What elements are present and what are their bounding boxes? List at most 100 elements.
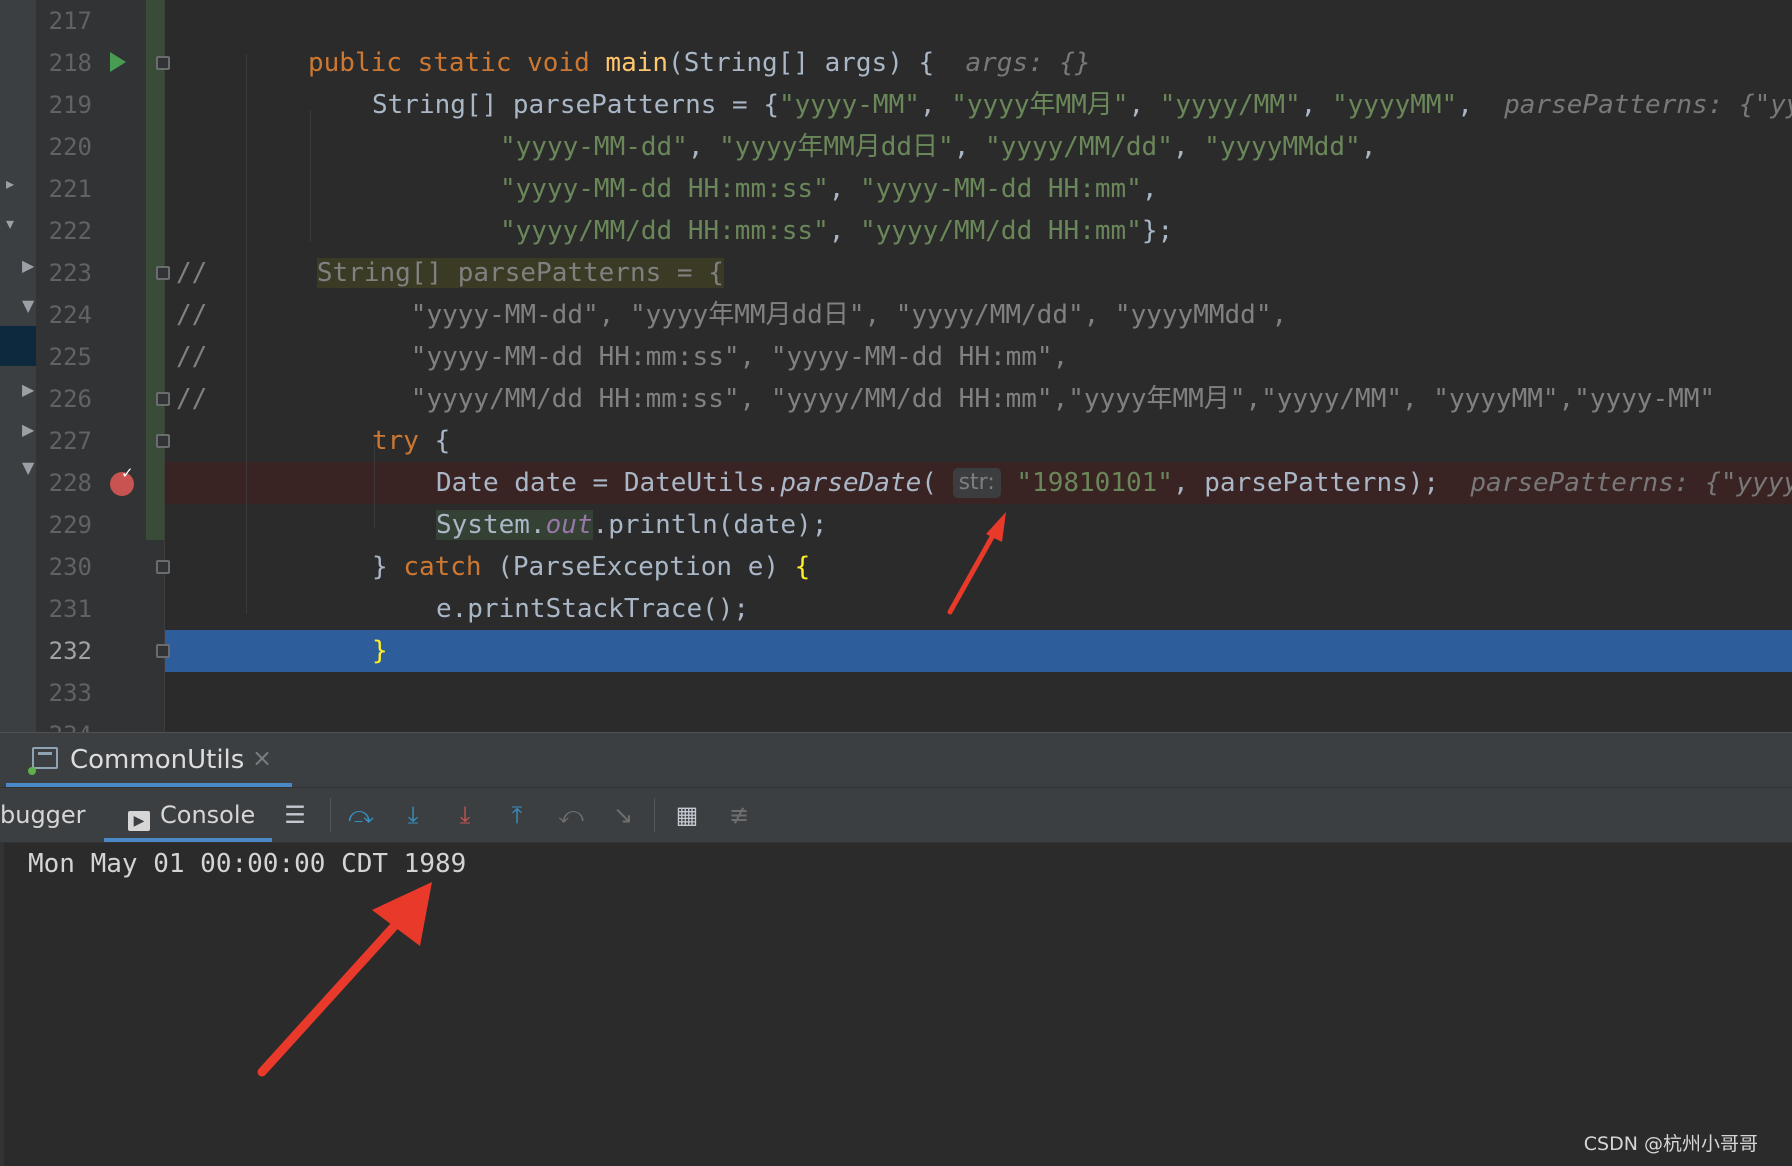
line-number: 230 bbox=[48, 553, 92, 581]
tab-debugger-label: bugger bbox=[0, 801, 86, 829]
code-token: , bbox=[919, 90, 952, 120]
fold-marker-icon[interactable] bbox=[156, 644, 170, 658]
code-token: }; bbox=[1141, 216, 1174, 246]
code-token: "yyyy/MM/dd" bbox=[985, 132, 1173, 162]
code-token: , bbox=[687, 132, 720, 162]
code-text[interactable]: e.printStackTrace(); bbox=[436, 588, 749, 630]
line-number: 217 bbox=[48, 7, 92, 35]
code-text[interactable]: } catch (ParseException e) { bbox=[372, 546, 810, 588]
code-line[interactable]: 230 } catch (ParseException e) { bbox=[0, 546, 1792, 588]
tab-label: CommonUtils bbox=[70, 745, 245, 775]
code-text[interactable]: public static void main(String[] args) {… bbox=[308, 42, 1091, 84]
running-indicator-icon bbox=[28, 767, 36, 775]
tab-debugger[interactable]: bugger bbox=[0, 788, 90, 842]
line-number: 234 bbox=[36, 714, 92, 732]
code-line[interactable]: 227 try { bbox=[0, 420, 1792, 462]
code-line[interactable]: 217 bbox=[0, 0, 1792, 42]
code-line[interactable]: 228 Date date = DateUtils.parseDate( str:… bbox=[0, 462, 1792, 504]
code-token: "yyyyMMdd" bbox=[1204, 132, 1361, 162]
code-token: "yyyy年MM月" bbox=[951, 90, 1129, 120]
step-over-icon[interactable]: ⤼ bbox=[346, 800, 376, 830]
code-text[interactable]: "yyyy-MM-dd", "yyyy年MM月dd日", "yyyy/MM/dd… bbox=[500, 126, 1376, 168]
line-number: 231 bbox=[48, 595, 92, 623]
breakpoint-icon[interactable] bbox=[110, 464, 134, 496]
code-line[interactable]: 223 // String[] parsePatterns = { bbox=[0, 252, 1792, 294]
code-text[interactable]: "yyyy-MM-dd HH:mm:ss", "yyyy-MM-dd HH:mm… bbox=[500, 168, 1157, 210]
line-number: 220 bbox=[48, 133, 92, 161]
code-token: String[] parsePatterns = { bbox=[372, 90, 779, 120]
code-token: , bbox=[828, 216, 861, 246]
code-line[interactable]: 225 // "yyyy-MM-dd HH:mm:ss", "yyyy-MM-dd… bbox=[0, 336, 1792, 378]
code-line[interactable]: 231 e.printStackTrace(); bbox=[0, 588, 1792, 630]
drop-frame-icon[interactable]: ⤺ bbox=[556, 800, 586, 830]
trace-stream-icon[interactable]: ≢ bbox=[724, 800, 754, 830]
parameter-name-hint: str: bbox=[952, 468, 1001, 498]
close-icon[interactable]: × bbox=[252, 744, 272, 772]
fold-marker-icon[interactable] bbox=[156, 392, 170, 406]
code-token: , bbox=[953, 132, 986, 162]
indent-guide bbox=[246, 54, 247, 614]
code-line[interactable]: 222 "yyyy/MM/dd HH:mm:ss", "yyyy/MM/dd HH… bbox=[0, 210, 1792, 252]
code-text[interactable]: // "yyyy/MM/dd HH:mm:ss", "yyyy/MM/dd HH… bbox=[176, 378, 1715, 420]
line-number: 221 bbox=[48, 175, 92, 203]
code-token: "19810101" bbox=[1016, 468, 1173, 498]
code-line[interactable]: 221 "yyyy-MM-dd HH:mm:ss", "yyyy-MM-dd HH… bbox=[0, 168, 1792, 210]
force-step-into-icon[interactable]: ⤓ bbox=[450, 800, 480, 830]
fold-marker-icon[interactable] bbox=[156, 434, 170, 448]
step-out-icon[interactable]: ⤒ bbox=[502, 800, 532, 830]
line-number: 225 bbox=[48, 343, 92, 371]
code-token: try bbox=[372, 426, 435, 456]
console-output[interactable]: Mon May 01 00:00:00 CDT 1989 bbox=[28, 844, 466, 884]
code-token: // "yyyy/MM/dd HH:mm:ss", "yyyy/MM/dd HH… bbox=[176, 384, 1716, 414]
code-token: "yyyy/MM/dd HH:mm:ss" bbox=[500, 216, 829, 246]
code-token: , bbox=[1457, 90, 1505, 120]
code-text[interactable]: Date date = DateUtils.parseDate( str: "1… bbox=[436, 462, 1792, 504]
code-text[interactable]: } bbox=[372, 630, 388, 672]
code-text[interactable]: // "yyyy-MM-dd HH:mm:ss", "yyyy-MM-dd HH… bbox=[176, 336, 1068, 378]
step-into-icon[interactable]: ⤓ bbox=[398, 800, 428, 830]
fold-marker-icon[interactable] bbox=[156, 560, 170, 574]
code-line[interactable]: 232} bbox=[0, 630, 1792, 672]
code-line[interactable]: 224 // "yyyy-MM-dd", "yyyy年MM月dd日", "yyyy… bbox=[0, 294, 1792, 336]
code-text[interactable]: // "yyyy-MM-dd", "yyyy年MM月dd日", "yyyy/MM… bbox=[176, 294, 1287, 336]
code-token: // "yyyy-MM-dd HH:mm:ss", "yyyy-MM-dd HH… bbox=[176, 342, 1069, 372]
tab-commonutils[interactable]: CommonUtils × bbox=[6, 733, 292, 787]
fold-marker-icon[interactable] bbox=[156, 56, 170, 70]
code-text[interactable]: try { bbox=[372, 420, 450, 462]
line-number: 222 bbox=[48, 217, 92, 245]
code-line[interactable]: 218 public static void main(String[] args… bbox=[0, 42, 1792, 84]
code-line[interactable]: 226 // "yyyy/MM/dd HH:mm:ss", "yyyy/MM/dd… bbox=[0, 378, 1792, 420]
inlay-value-hint: args: {} bbox=[965, 48, 1091, 78]
code-line[interactable]: 220 "yyyy-MM-dd", "yyyy年MM月dd日", "yyyy/MM… bbox=[0, 126, 1792, 168]
menu-lines-icon[interactable]: ☰ bbox=[280, 800, 310, 830]
indent-guide bbox=[310, 110, 311, 242]
code-token: System. bbox=[436, 510, 546, 540]
code-text[interactable]: // String[] parsePatterns = { bbox=[176, 252, 724, 294]
code-token: } bbox=[372, 636, 388, 666]
run-to-cursor-icon[interactable]: ↘ bbox=[608, 800, 638, 830]
code-token: "yyyy-MM-dd HH:mm:ss" bbox=[500, 174, 829, 204]
active-tab-indicator bbox=[104, 838, 272, 842]
fold-marker-icon[interactable] bbox=[156, 266, 170, 280]
evaluate-expression-icon[interactable]: ▦ bbox=[672, 800, 702, 830]
code-text[interactable]: "yyyy/MM/dd HH:mm:ss", "yyyy/MM/dd HH:mm… bbox=[500, 210, 1173, 252]
code-line[interactable]: 233 bbox=[0, 672, 1792, 714]
application-icon bbox=[32, 747, 58, 769]
code-editor[interactable]: ▸ ▾ ▶ ▼ ▶ ▶ ▼ 217 218 public static void m… bbox=[0, 0, 1792, 732]
console-icon: ▶ bbox=[128, 811, 150, 831]
run-gutter-icon[interactable] bbox=[110, 52, 126, 72]
code-line[interactable]: 234 bbox=[0, 714, 1792, 732]
code-text[interactable]: String[] parsePatterns = {"yyyy-MM", "yy… bbox=[372, 84, 1792, 126]
console-edge bbox=[0, 842, 4, 1166]
code-token: public static void bbox=[308, 48, 606, 78]
code-token: } bbox=[372, 552, 404, 582]
tab-console[interactable]: ▶ Console bbox=[104, 788, 272, 842]
active-tab-indicator bbox=[6, 783, 292, 787]
code-line[interactable]: 219 String[] parsePatterns = {"yyyy-MM", … bbox=[0, 84, 1792, 126]
code-token: , bbox=[1172, 132, 1205, 162]
code-token: (String[] args) { bbox=[668, 48, 966, 78]
code-token: "yyyy-MM-dd" bbox=[500, 132, 688, 162]
code-line[interactable]: 229 System.out.println(date); bbox=[0, 504, 1792, 546]
code-text[interactable]: System.out.println(date); bbox=[436, 504, 827, 546]
